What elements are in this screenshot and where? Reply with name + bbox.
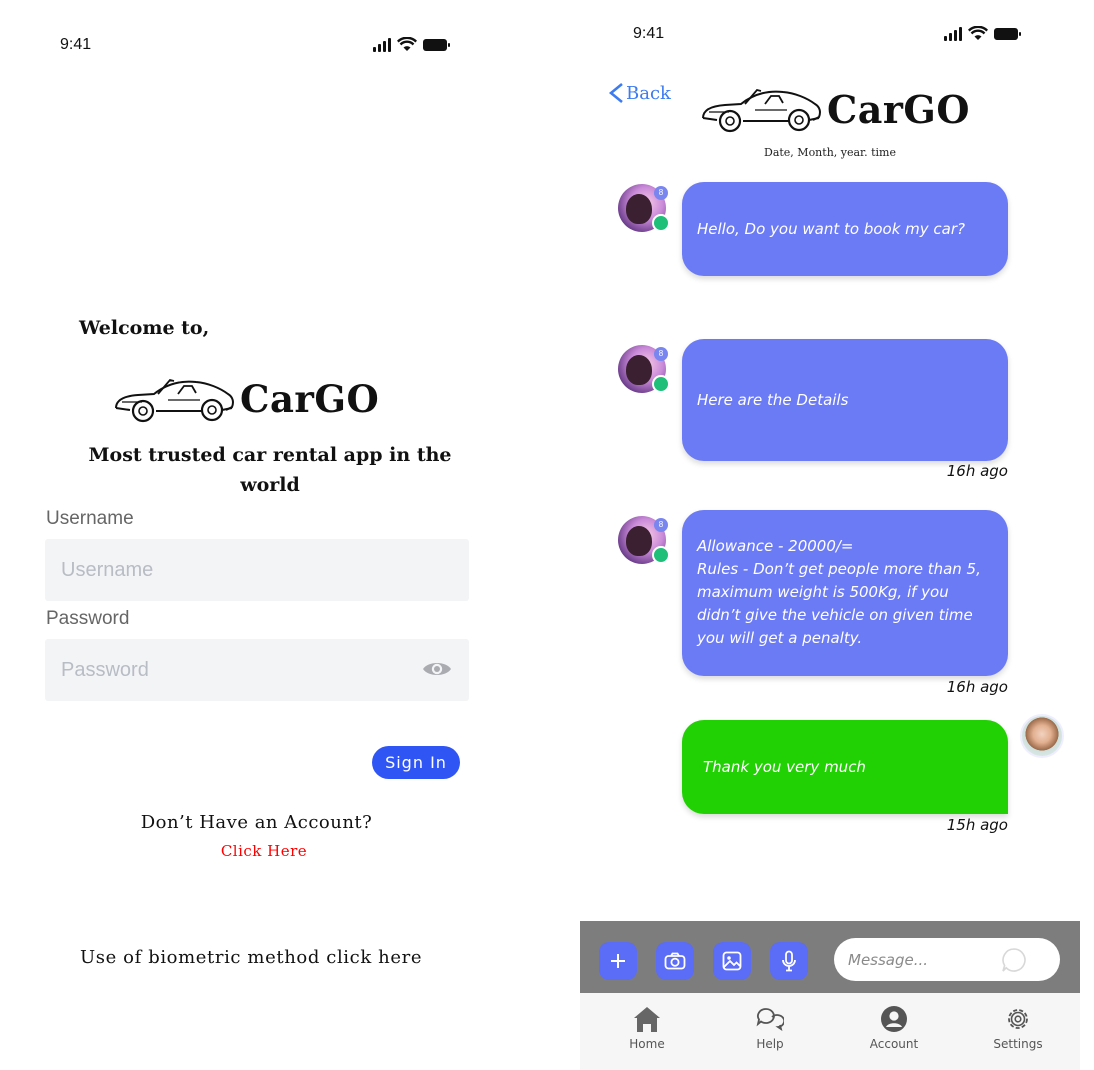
login-screen: 9:41 Welcome to, CarGO Most trusted car … bbox=[0, 0, 520, 1070]
message-time: 15h ago bbox=[946, 816, 1008, 834]
biometric-link[interactable]: Use of biometric method click here bbox=[80, 947, 422, 968]
avatar-badge: 8 bbox=[654, 186, 668, 200]
password-input[interactable] bbox=[45, 639, 469, 701]
status-icons bbox=[373, 37, 450, 52]
my-avatar[interactable] bbox=[1020, 714, 1064, 758]
gallery-button[interactable] bbox=[713, 942, 751, 980]
message-text: Hello, Do you want to book my car? bbox=[697, 219, 965, 238]
battery-icon bbox=[423, 38, 450, 51]
sender-avatar[interactable]: 8 bbox=[618, 516, 670, 564]
status-time: 9:41 bbox=[60, 36, 92, 53]
message-text: Here are the Details bbox=[697, 390, 849, 409]
home-icon bbox=[634, 1007, 660, 1032]
register-link[interactable]: Click Here bbox=[0, 842, 520, 860]
message-time: 16h ago bbox=[946, 462, 1008, 480]
tab-account[interactable]: Account bbox=[849, 1003, 939, 1051]
tab-label: Settings bbox=[993, 1037, 1043, 1051]
back-button[interactable]: Back bbox=[608, 82, 671, 104]
online-indicator bbox=[652, 375, 670, 393]
online-indicator bbox=[652, 546, 670, 564]
tab-label: Account bbox=[869, 1037, 919, 1051]
message-text-line: Allowance - 20000/= bbox=[697, 537, 854, 555]
bottom-tab-bar: Home Help Account Settings bbox=[580, 993, 1080, 1070]
sender-avatar[interactable]: 8 bbox=[618, 345, 670, 393]
add-attachment-button[interactable] bbox=[599, 942, 637, 980]
camera-icon bbox=[664, 952, 686, 970]
tab-help[interactable]: Help bbox=[725, 1003, 815, 1051]
tab-settings[interactable]: Settings bbox=[973, 1003, 1063, 1051]
status-icons bbox=[944, 26, 1021, 41]
chevron-left-icon bbox=[608, 82, 623, 104]
tab-label: Home bbox=[629, 1037, 665, 1051]
voice-button[interactable] bbox=[770, 942, 808, 980]
image-icon bbox=[722, 951, 742, 971]
signal-icon bbox=[944, 26, 962, 41]
brand-name: CarGO bbox=[827, 86, 970, 132]
tab-home[interactable]: Home bbox=[602, 1003, 692, 1051]
message-bubble-outgoing[interactable]: Thank you very much bbox=[682, 720, 1008, 814]
gear-icon bbox=[1008, 1009, 1028, 1029]
password-label: Password bbox=[46, 608, 130, 629]
avatar-badge: 8 bbox=[654, 518, 668, 532]
avatar-badge: 8 bbox=[654, 347, 668, 361]
brand-logo: CarGO bbox=[112, 374, 379, 424]
microphone-icon bbox=[782, 950, 796, 972]
chat-datetime: Date, Month, year. time bbox=[764, 146, 896, 159]
tagline: Most trusted car rental app in the world bbox=[88, 444, 452, 496]
message-bubble-incoming[interactable]: Here are the Details bbox=[682, 339, 1008, 461]
back-label: Back bbox=[626, 82, 671, 104]
chat-bubbles-icon bbox=[756, 1008, 784, 1031]
message-bubble-incoming[interactable]: Allowance - 20000/= Rules - Don’t get pe… bbox=[682, 510, 1008, 676]
chat-bubble-send-icon[interactable] bbox=[1000, 946, 1028, 974]
camera-button[interactable] bbox=[656, 942, 694, 980]
tab-label: Help bbox=[756, 1037, 784, 1051]
plus-icon bbox=[611, 954, 625, 968]
message-text: Thank you very much bbox=[703, 757, 866, 776]
show-password-eye-icon[interactable] bbox=[422, 659, 452, 679]
battery-icon bbox=[994, 27, 1021, 40]
status-time: 9:41 bbox=[633, 25, 665, 42]
message-time: 16h ago bbox=[946, 678, 1008, 696]
wifi-icon bbox=[397, 37, 417, 51]
online-indicator bbox=[652, 214, 670, 232]
car-logo-icon bbox=[115, 378, 234, 423]
username-label: Username bbox=[46, 508, 134, 529]
car-logo-icon bbox=[702, 88, 821, 133]
brand-name: CarGO bbox=[240, 377, 380, 421]
chat-screen: 9:41 Back CarGO Date, Month, year. time … bbox=[580, 0, 1080, 1070]
username-input[interactable] bbox=[45, 539, 469, 601]
message-text-line: Rules - Don’t get people more than 5, ma… bbox=[697, 560, 981, 647]
welcome-text: Welcome to, bbox=[79, 317, 210, 339]
account-icon bbox=[881, 1006, 907, 1032]
message-composer bbox=[580, 921, 1080, 993]
no-account-text: Don’t Have an Account? bbox=[140, 812, 373, 833]
sign-in-button[interactable]: Sign In bbox=[372, 746, 460, 779]
message-bubble-incoming[interactable]: Hello, Do you want to book my car? bbox=[682, 182, 1008, 276]
wifi-icon bbox=[968, 26, 988, 40]
sender-avatar[interactable]: 8 bbox=[618, 184, 670, 232]
brand-logo: CarGO bbox=[699, 84, 970, 134]
signal-icon bbox=[373, 37, 391, 52]
